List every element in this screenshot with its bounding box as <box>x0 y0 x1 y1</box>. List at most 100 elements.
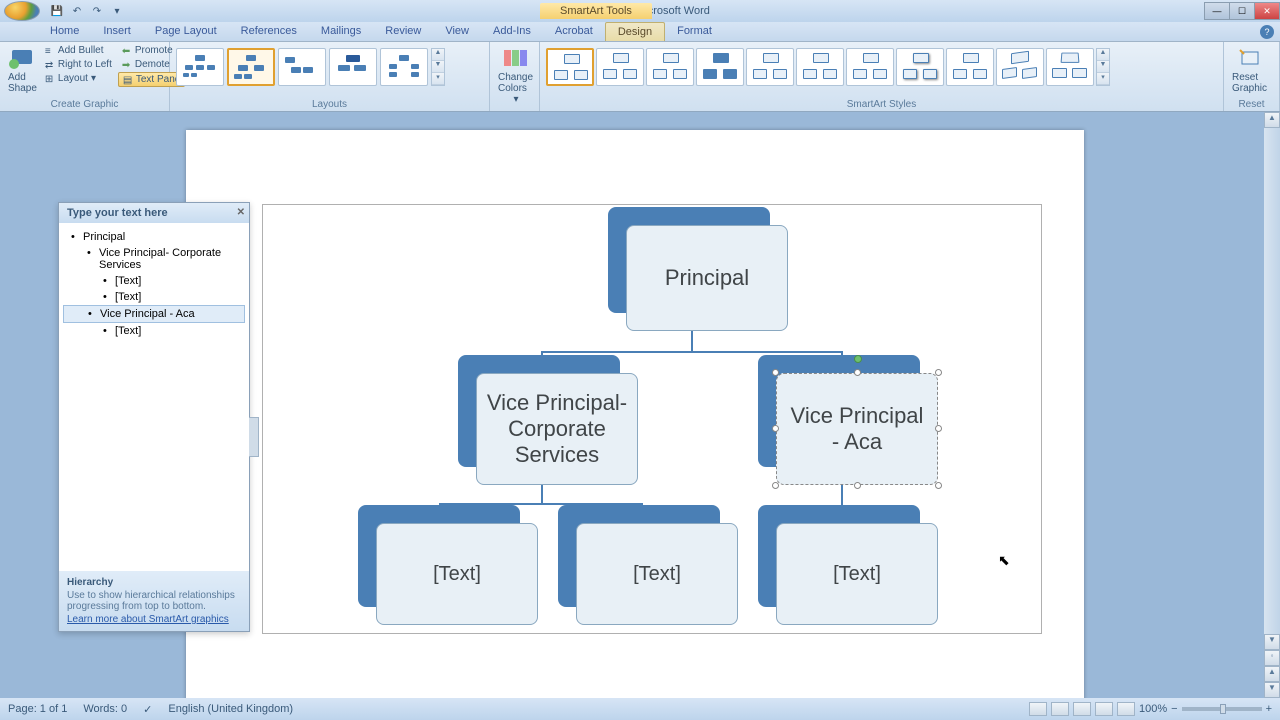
tab-add-ins[interactable]: Add-Ins <box>481 22 543 41</box>
org-node-placeholder[interactable]: [Text] <box>576 523 738 625</box>
resize-handle[interactable] <box>935 482 942 489</box>
smartart-canvas[interactable]: Principal Vice Principal- Corporate Serv… <box>262 204 1042 634</box>
close-icon[interactable]: ✕ <box>237 207 245 218</box>
style-option-selected[interactable] <box>546 48 594 86</box>
vertical-scrollbar[interactable]: ▲ ▼ ◦ ▲ ▼ <box>1264 112 1280 698</box>
status-language[interactable]: English (United Kingdom) <box>168 703 293 715</box>
group-label-create-graphic: Create Graphic <box>6 98 163 111</box>
proofing-icon[interactable]: ✓ <box>143 703 152 716</box>
close-button[interactable]: ✕ <box>1254 2 1280 20</box>
smartart-text-pane: Type your text here ✕ PrincipalVice Prin… <box>58 202 250 632</box>
text-pane-item[interactable]: [Text] <box>63 289 245 305</box>
resize-handle[interactable] <box>772 425 779 432</box>
title-bar: 💾 ↶ ↷ ▾ Document5 - Microsoft Word Smart… <box>0 0 1280 22</box>
tab-references[interactable]: References <box>229 22 309 41</box>
tab-acrobat[interactable]: Acrobat <box>543 22 605 41</box>
quick-access-toolbar: 💾 ↶ ↷ ▾ <box>48 2 126 20</box>
text-pane-item[interactable]: Vice Principal - Aca <box>63 305 245 323</box>
text-pane-list[interactable]: PrincipalVice Principal- Corporate Servi… <box>59 223 249 345</box>
tab-design[interactable]: Design <box>605 22 665 41</box>
styles-gallery[interactable]: ▲▼▾ <box>546 44 1217 98</box>
style-option[interactable] <box>646 48 694 86</box>
tab-view[interactable]: View <box>433 22 481 41</box>
qat-customize-icon[interactable]: ▾ <box>108 2 126 20</box>
print-layout-view-button[interactable] <box>1029 702 1047 716</box>
zoom-out-button[interactable]: − <box>1171 703 1177 715</box>
change-colors-button[interactable]: Change Colors ▾ <box>496 44 536 107</box>
undo-icon[interactable]: ↶ <box>68 2 86 20</box>
reset-graphic-button[interactable]: Reset Graphic <box>1230 44 1270 96</box>
layouts-gallery[interactable]: ▲▼▾ <box>176 44 483 98</box>
text-pane-footer: Hierarchy Use to show hierarchical relat… <box>59 571 249 631</box>
style-option[interactable] <box>696 48 744 86</box>
style-option[interactable] <box>846 48 894 86</box>
learn-more-link[interactable]: Learn more about SmartArt graphics <box>67 614 241 625</box>
layout-option[interactable] <box>380 48 428 86</box>
style-option[interactable] <box>746 48 794 86</box>
text-pane-item[interactable]: Principal <box>63 229 245 245</box>
add-shape-button[interactable]: Add Shape <box>6 44 39 98</box>
resize-handle[interactable] <box>935 425 942 432</box>
resize-handle[interactable] <box>772 482 779 489</box>
text-pane-item[interactable]: [Text] <box>63 273 245 289</box>
zoom-slider[interactable] <box>1182 707 1262 711</box>
ribbon: Add Shape ≡Add Bullet ⇄Right to Left ⊞La… <box>0 42 1280 112</box>
style-option[interactable] <box>896 48 944 86</box>
org-node-placeholder[interactable]: [Text] <box>776 523 938 625</box>
save-icon[interactable]: 💾 <box>48 2 66 20</box>
redo-icon[interactable]: ↷ <box>88 2 106 20</box>
gallery-scroll[interactable]: ▲▼▾ <box>431 48 445 86</box>
contextual-tab-title: SmartArt Tools <box>540 3 652 19</box>
layout-option[interactable] <box>176 48 224 86</box>
full-screen-view-button[interactable] <box>1051 702 1069 716</box>
layout-option[interactable] <box>329 48 377 86</box>
resize-handle[interactable] <box>935 369 942 376</box>
help-icon[interactable]: ? <box>1260 25 1274 39</box>
rotate-handle-icon[interactable] <box>854 355 862 363</box>
ribbon-tabs: HomeInsertPage LayoutReferencesMailingsR… <box>0 22 1280 42</box>
group-label-layouts: Layouts <box>176 98 483 111</box>
layout-button[interactable]: ⊞Layout ▾ <box>41 72 116 85</box>
status-words[interactable]: Words: 0 <box>83 703 127 715</box>
text-pane-item[interactable]: [Text] <box>63 323 245 339</box>
org-node-vp-corporate[interactable]: Vice Principal- Corporate Services <box>476 373 638 485</box>
style-option[interactable] <box>996 48 1044 86</box>
draft-view-button[interactable] <box>1117 702 1135 716</box>
resize-handle[interactable] <box>854 482 861 489</box>
org-node-vp-aca[interactable]: Vice Principal - Aca <box>776 373 938 485</box>
text-pane-header: Type your text here ✕ <box>59 203 249 223</box>
resize-handle[interactable] <box>854 369 861 376</box>
zoom-level[interactable]: 100% <box>1139 703 1167 715</box>
tab-home[interactable]: Home <box>38 22 91 41</box>
tab-review[interactable]: Review <box>373 22 433 41</box>
web-layout-view-button[interactable] <box>1073 702 1091 716</box>
maximize-button[interactable]: ☐ <box>1229 2 1255 20</box>
document-area: Principal Vice Principal- Corporate Serv… <box>0 112 1264 698</box>
org-node-placeholder[interactable]: [Text] <box>376 523 538 625</box>
style-option[interactable] <box>946 48 994 86</box>
style-option[interactable] <box>796 48 844 86</box>
tab-format[interactable]: Format <box>665 22 724 41</box>
text-pane-collapse-handle[interactable] <box>249 417 259 457</box>
tab-page-layout[interactable]: Page Layout <box>143 22 229 41</box>
outline-view-button[interactable] <box>1095 702 1113 716</box>
right-to-left-button[interactable]: ⇄Right to Left <box>41 58 116 71</box>
group-label-reset: Reset <box>1230 98 1273 111</box>
layout-option[interactable] <box>278 48 326 86</box>
tab-mailings[interactable]: Mailings <box>309 22 373 41</box>
gallery-scroll[interactable]: ▲▼▾ <box>1096 48 1110 86</box>
add-bullet-button[interactable]: ≡Add Bullet <box>41 44 116 57</box>
status-page[interactable]: Page: 1 of 1 <box>8 703 67 715</box>
resize-handle[interactable] <box>772 369 779 376</box>
text-pane-item[interactable]: Vice Principal- Corporate Services <box>63 245 245 273</box>
org-node-principal[interactable]: Principal <box>626 225 788 331</box>
group-label-styles: SmartArt Styles <box>546 98 1217 111</box>
style-option[interactable] <box>1046 48 1094 86</box>
layout-option-selected[interactable] <box>227 48 275 86</box>
tab-insert[interactable]: Insert <box>91 22 143 41</box>
minimize-button[interactable]: — <box>1204 2 1230 20</box>
status-bar: Page: 1 of 1 Words: 0 ✓ English (United … <box>0 698 1280 720</box>
zoom-in-button[interactable]: + <box>1266 703 1272 715</box>
office-button[interactable] <box>4 1 40 21</box>
style-option[interactable] <box>596 48 644 86</box>
